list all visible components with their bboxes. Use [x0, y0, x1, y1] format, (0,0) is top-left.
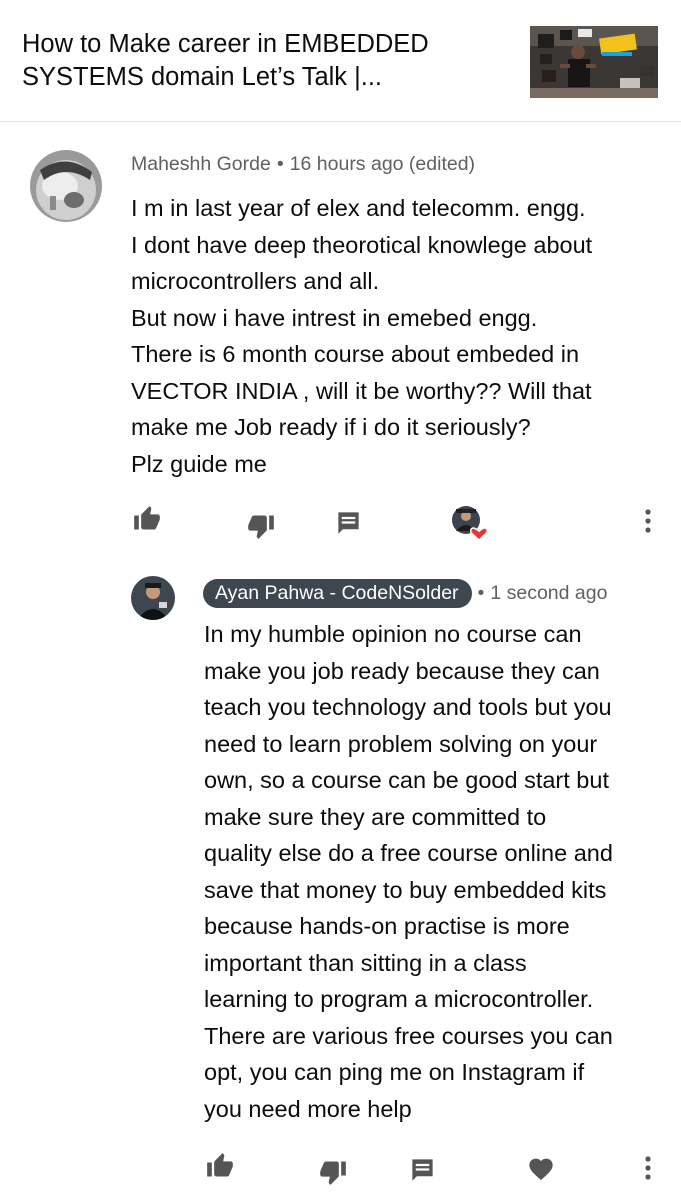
- more-icon: [645, 509, 651, 533]
- comment-meta: Maheshh Gorde • 16 hours ago (edited): [131, 153, 475, 176]
- comment-time: 16 hours ago (edited): [289, 153, 476, 175]
- meta-separator: •: [276, 153, 284, 175]
- heart-icon: [529, 1158, 553, 1181]
- reply-like-button[interactable]: [205, 1152, 235, 1180]
- commenter-avatar[interactable]: [30, 150, 102, 222]
- meta-separator: •: [477, 582, 485, 604]
- heart-button[interactable]: [527, 1155, 555, 1181]
- video-header: How to Make career in EMBEDDED SYSTEMS d…: [0, 0, 681, 122]
- reply-reply-button[interactable]: [409, 1156, 436, 1183]
- like-button[interactable]: [132, 505, 162, 533]
- reply-meta: Ayan Pahwa - CodeNSolder • 1 second ago: [203, 579, 607, 608]
- creator-badge[interactable]: Ayan Pahwa - CodeNSolder: [203, 579, 472, 608]
- reply-time: 1 second ago: [490, 582, 608, 604]
- creator-heart-icon: [452, 506, 488, 542]
- reply-more-options-button[interactable]: [640, 1154, 656, 1182]
- more-options-button[interactable]: [640, 507, 656, 535]
- reply-text: In my humble opinion no course can make …: [204, 621, 613, 1122]
- like-icon: [207, 1153, 233, 1177]
- reply-icon: [412, 1159, 433, 1181]
- reply-button[interactable]: [335, 509, 362, 536]
- more-icon: [645, 1156, 651, 1180]
- video-thumbnail[interactable]: [530, 26, 658, 98]
- reply-icon: [338, 512, 359, 534]
- like-icon: [134, 506, 160, 530]
- dislike-icon: [248, 515, 274, 539]
- dislike-button[interactable]: [246, 512, 276, 540]
- creator-heart: [450, 505, 488, 543]
- reply-avatar[interactable]: [131, 576, 175, 620]
- comment-author[interactable]: Maheshh Gorde: [131, 153, 271, 175]
- dislike-icon: [320, 1161, 346, 1185]
- comment-text: I m in last year of elex and telecomm. e…: [131, 195, 593, 477]
- video-title[interactable]: How to Make career in EMBEDDED SYSTEMS d…: [22, 28, 492, 94]
- reply-dislike-button[interactable]: [318, 1158, 348, 1186]
